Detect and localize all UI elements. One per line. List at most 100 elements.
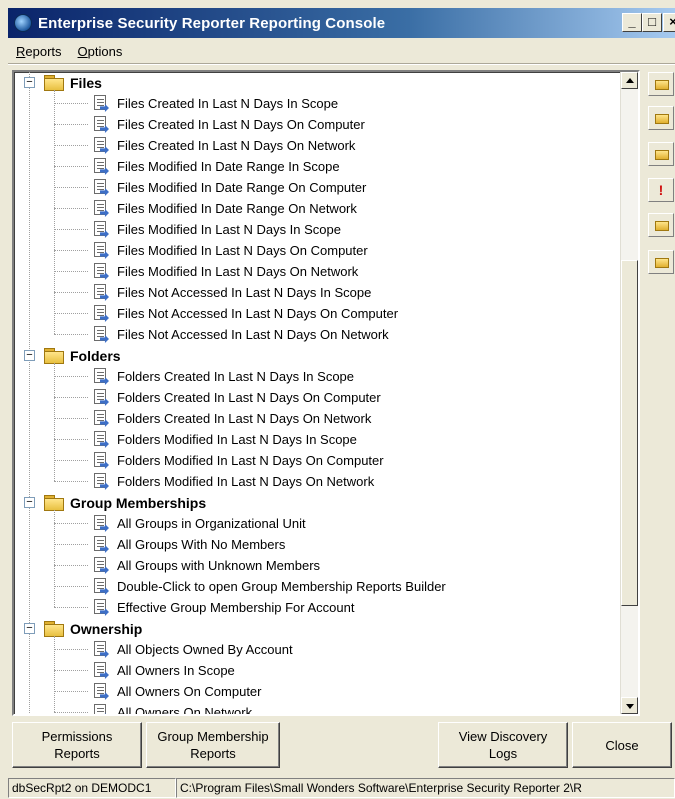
maximize-button[interactable]: □ <box>642 13 662 32</box>
menu-reports[interactable]: Reports <box>8 44 70 59</box>
tree-connector <box>54 670 88 671</box>
app-icon <box>14 14 32 32</box>
tree-report-item[interactable]: All Objects Owned By Account <box>14 639 620 660</box>
close-button[interactable]: Close <box>572 722 672 768</box>
tree-report-item[interactable]: Folders Modified In Last N Days On Compu… <box>14 450 620 471</box>
tree-report-label: Files Created In Last N Days On Network <box>117 138 356 153</box>
folder-icon <box>44 495 64 511</box>
new-folder-toolbar-button[interactable] <box>648 72 674 96</box>
tree-report-label: Files Created In Last N Days In Scope <box>117 96 339 111</box>
tree-group-group-memberships[interactable]: − Group Memberships <box>14 492 620 513</box>
collapse-icon[interactable]: − <box>24 623 35 634</box>
tree-report-label: Files Not Accessed In Last N Days On Com… <box>117 306 399 321</box>
tree-report-item[interactable]: Files Modified In Date Range On Computer <box>14 177 620 198</box>
tree-guide-line <box>54 636 55 712</box>
tree-report-label: All Owners On Computer <box>117 684 262 699</box>
tree-group-files[interactable]: − Files <box>14 72 620 93</box>
tree-report-item[interactable]: Effective Group Membership For Account <box>14 597 620 618</box>
tree-report-item[interactable]: Files Modified In Last N Days On Compute… <box>14 240 620 261</box>
title-bar[interactable]: Enterprise Security Reporter Reporting C… <box>8 8 675 38</box>
tree-report-item[interactable]: All Groups with Unknown Members <box>14 555 620 576</box>
tree-group-ownership[interactable]: − Ownership <box>14 618 620 639</box>
tree-connector <box>54 103 88 104</box>
tree-connector <box>54 229 88 230</box>
collapse-icon[interactable]: − <box>24 350 35 361</box>
tree-report-item[interactable]: Files Modified In Last N Days In Scope <box>14 219 620 240</box>
permissions-reports-button[interactable]: Permissions Reports <box>12 722 142 768</box>
tree-guide-line <box>54 363 55 481</box>
tree-report-item[interactable]: All Groups in Organizational Unit <box>14 513 620 534</box>
tree-report-item[interactable]: All Owners In Scope <box>14 660 620 681</box>
tree-report-label: Folders Created In Last N Days On Networ… <box>117 411 372 426</box>
tree-report-item[interactable]: Folders Created In Last N Days In Scope <box>14 366 620 387</box>
collapse-icon[interactable]: − <box>24 497 35 508</box>
folder-icon <box>44 348 64 364</box>
collapse-icon[interactable]: − <box>24 77 35 88</box>
tree-report-label: All Objects Owned By Account <box>117 642 293 657</box>
tree-report-item[interactable]: Folders Created In Last N Days On Comput… <box>14 387 620 408</box>
tree-report-item[interactable]: Files Modified In Date Range In Scope <box>14 156 620 177</box>
tree-report-label: Files Created In Last N Days On Computer <box>117 117 365 132</box>
report-icon <box>90 220 110 239</box>
edit-report-icon <box>655 221 669 231</box>
report-icon <box>90 157 110 176</box>
edit-report-toolbar-button[interactable] <box>648 213 674 237</box>
report-icon <box>90 430 110 449</box>
tree-report-label: Files Modified In Date Range On Computer <box>117 180 367 195</box>
menu-bar: Reports Options <box>8 40 130 62</box>
exclamation-toolbar-button[interactable]: ! <box>648 178 674 202</box>
group-membership-reports-button[interactable]: Group Membership Reports <box>146 722 280 768</box>
report-icon <box>90 514 110 533</box>
view-discovery-logs-button[interactable]: View Discovery Logs <box>438 722 568 768</box>
group-button-line2: Reports <box>190 746 236 761</box>
tree-connector <box>54 250 88 251</box>
window-title: Enterprise Security Reporter Reporting C… <box>38 14 386 32</box>
tree-report-label: Files Modified In Date Range In Scope <box>117 159 340 174</box>
scroll-up-button[interactable] <box>621 72 638 89</box>
scroll-thumb[interactable] <box>621 260 638 606</box>
tree-report-item[interactable]: Files Not Accessed In Last N Days On Com… <box>14 303 620 324</box>
tree-connector <box>54 586 88 587</box>
open-folder-toolbar-button[interactable] <box>648 106 674 130</box>
discovery-button-line2: Logs <box>488 746 518 761</box>
vertical-scrollbar[interactable] <box>620 72 638 714</box>
report-tree-panel: − Files Files Created In Last N Days In Sc… <box>12 70 640 716</box>
report-icon <box>90 115 110 134</box>
minimize-button[interactable]: _ <box>622 13 642 32</box>
tree-report-item[interactable]: Files Modified In Last N Days On Network <box>14 261 620 282</box>
tree-connector <box>54 271 88 272</box>
tree-connector <box>54 712 88 713</box>
tree-report-item[interactable]: Folders Modified In Last N Days On Netwo… <box>14 471 620 492</box>
close-window-button[interactable]: × <box>663 13 675 32</box>
tree-connector <box>54 124 88 125</box>
tree-connector <box>54 166 88 167</box>
tree-connector <box>54 523 88 524</box>
tree-report-item[interactable]: Files Not Accessed In Last N Days In Sco… <box>14 282 620 303</box>
properties-icon <box>655 258 669 268</box>
tree-report-label: Files Modified In Last N Days On Network <box>117 264 359 279</box>
tree-report-item[interactable]: All Groups With No Members <box>14 534 620 555</box>
scroll-down-button[interactable] <box>621 697 638 714</box>
tree-group-folders[interactable]: − Folders <box>14 345 620 366</box>
tree-report-item[interactable]: Files Created In Last N Days On Network <box>14 135 620 156</box>
report-icon <box>90 556 110 575</box>
report-icon <box>90 367 110 386</box>
tree-report-item[interactable]: All Owners On Network <box>14 702 620 714</box>
delete-folder-toolbar-button[interactable] <box>648 142 674 166</box>
report-icon <box>90 535 110 554</box>
tree-report-item[interactable]: Folders Modified In Last N Days In Scope <box>14 429 620 450</box>
report-icon <box>90 661 110 680</box>
menu-options[interactable]: Options <box>70 44 131 59</box>
tree-report-label: All Groups With No Members <box>117 537 286 552</box>
tree-report-item[interactable]: Files Not Accessed In Last N Days On Net… <box>14 324 620 345</box>
tree-report-item[interactable]: Files Modified In Date Range On Network <box>14 198 620 219</box>
properties-toolbar-button[interactable] <box>648 250 674 274</box>
tree-report-item[interactable]: Folders Created In Last N Days On Networ… <box>14 408 620 429</box>
tree-report-item[interactable]: Files Created In Last N Days On Computer <box>14 114 620 135</box>
tree-guide-line <box>54 90 55 334</box>
report-icon <box>90 577 110 596</box>
tree-report-item[interactable]: All Owners On Computer <box>14 681 620 702</box>
tree-report-item[interactable]: Double-Click to open Group Membership Re… <box>14 576 620 597</box>
tree-connector <box>54 565 88 566</box>
tree-report-item[interactable]: Files Created In Last N Days In Scope <box>14 93 620 114</box>
